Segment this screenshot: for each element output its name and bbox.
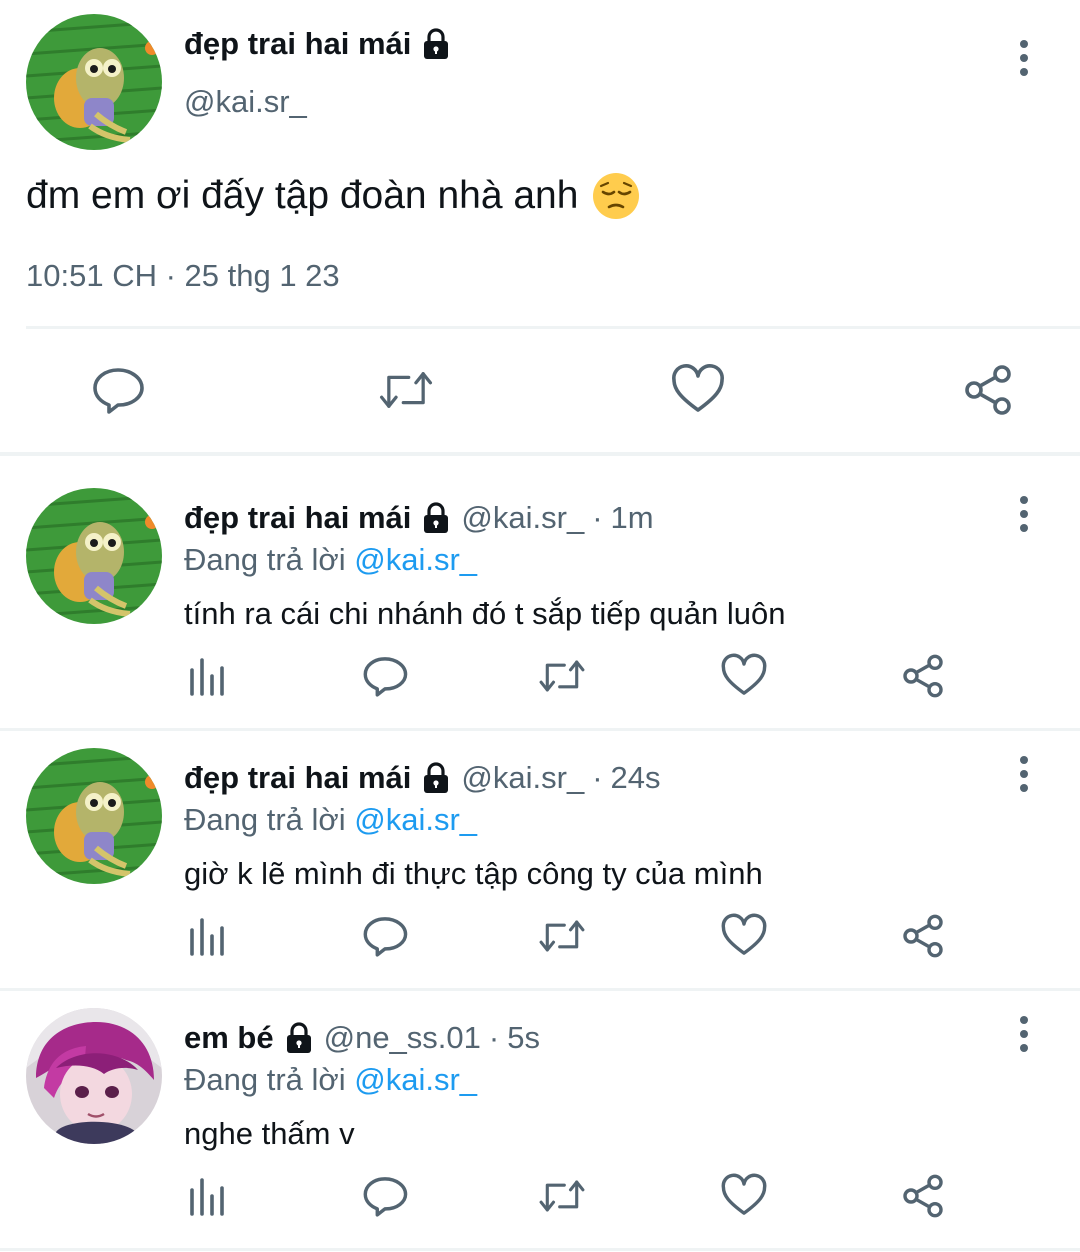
tweet-time[interactable]: 24s [611,760,661,796]
lock-icon [424,762,449,793]
retweet-icon[interactable] [378,360,434,420]
share-icon[interactable] [960,360,1016,420]
reply-tweet[interactable]: đẹp trai hai mái @kai.sr_ · 1m Đang trả … [0,456,1080,714]
tweet-text: giờ k lẽ mình đi thực tập công ty của mì… [184,856,763,891]
separator-dot: · [488,1020,500,1055]
tweet-header: em bé @ne_ss.01 · 5s [184,1020,540,1056]
like-icon[interactable] [670,360,726,420]
views-icon[interactable] [182,912,230,960]
username[interactable]: @ne_ss.01 [324,1020,481,1056]
more-options-icon[interactable] [1006,494,1042,534]
divider [26,326,1080,329]
reply-icon[interactable] [361,652,409,700]
divider [0,1248,1080,1251]
lock-icon [424,28,449,59]
tweet-header: đẹp trai hai mái @kai.sr_ · 1m [184,500,654,536]
tweet-time[interactable]: 1m [611,500,654,536]
display-name[interactable]: đẹp trai hai mái [184,500,411,536]
like-icon[interactable] [720,912,768,960]
tweet-header: đẹp trai hai mái @kai.sr_ · 24s [184,760,661,796]
pensive-face-icon [593,173,640,219]
reply-icon[interactable] [90,360,146,420]
mention-link[interactable]: @kai.sr_ [354,802,477,837]
replying-to: Đang trả lời @kai.sr_ [184,542,478,577]
views-icon[interactable] [182,652,230,700]
lock-icon [424,502,449,533]
display-name[interactable]: đẹp trai hai mái [184,26,451,62]
share-icon[interactable] [899,1172,947,1220]
replying-to: Đang trả lời @kai.sr_ [184,1062,478,1097]
tweet-text: nghe thấm v [184,1116,355,1151]
retweet-icon[interactable] [538,652,586,700]
share-icon[interactable] [899,912,947,960]
views-icon[interactable] [182,1172,230,1220]
tweet-timestamp[interactable]: 10:51 CH · 25 thg 1 23 [26,258,340,294]
lock-icon [286,1022,311,1053]
mention-link[interactable]: @kai.sr_ [354,542,477,577]
retweet-icon[interactable] [538,912,586,960]
display-name[interactable]: em bé [184,1020,274,1056]
avatar[interactable] [26,14,162,150]
more-options-icon[interactable] [1006,38,1042,78]
share-icon[interactable] [899,652,947,700]
more-options-icon[interactable] [1006,1014,1042,1054]
reply-tweet[interactable]: em bé @ne_ss.01 · 5s Đang trả lời @kai.s… [0,976,1080,1234]
like-icon[interactable] [720,652,768,700]
username[interactable]: @kai.sr_ [461,500,584,536]
separator-dot: · [592,500,603,535]
tweet-time[interactable]: 5s [507,1020,540,1056]
username[interactable]: @kai.sr_ [461,760,584,796]
retweet-icon[interactable] [538,1172,586,1220]
like-icon[interactable] [720,1172,768,1220]
mention-link[interactable]: @kai.sr_ [354,1062,477,1097]
avatar[interactable] [26,488,162,624]
username[interactable]: @kai.sr_ [184,84,307,120]
reply-icon[interactable] [361,1172,409,1220]
more-options-icon[interactable] [1006,754,1042,794]
tweet-text: tính ra cái chi nhánh đó t sắp tiếp quản… [184,596,786,631]
tweet-text: đm em ơi đấy tập đoàn nhà anh 😔 [26,172,640,220]
display-name[interactable]: đẹp trai hai mái [184,760,411,796]
main-tweet: đẹp trai hai mái @kai.sr_ đm em ơi đấy t… [0,0,1080,454]
avatar[interactable] [26,1008,162,1144]
separator-dot: · [592,760,603,795]
reply-tweet[interactable]: đẹp trai hai mái @kai.sr_ · 24s Đang trả… [0,716,1080,974]
reply-icon[interactable] [361,912,409,960]
avatar[interactable] [26,748,162,884]
replying-to: Đang trả lời @kai.sr_ [184,802,478,837]
